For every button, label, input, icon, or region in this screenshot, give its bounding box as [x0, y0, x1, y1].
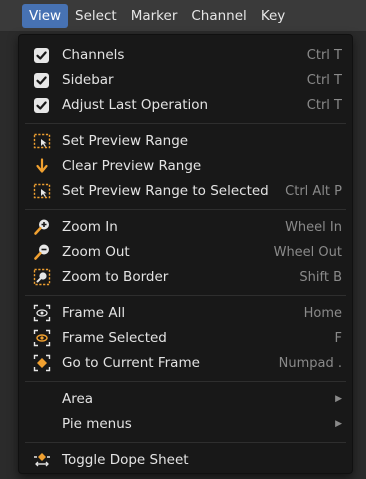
- menu-item-channels[interactable]: Channels Ctrl T: [19, 43, 352, 68]
- view-dropdown-menu: Channels Ctrl T Sidebar Ctrl T Adjust La…: [18, 34, 353, 474]
- menu-item-label: Channels: [62, 47, 125, 63]
- menu-item-label: Frame All: [62, 305, 126, 321]
- menu-item-frame-all[interactable]: Frame All Home: [19, 301, 352, 326]
- preview-range-selected-icon: [33, 183, 51, 199]
- menu-item-label: Zoom Out: [62, 244, 130, 260]
- preview-range-icon: [33, 133, 51, 149]
- menu-item-zoom-to-border[interactable]: Zoom to Border Shift B: [19, 265, 352, 290]
- menu-item-label: Area: [62, 391, 94, 407]
- menu-item-shortcut: Ctrl T: [306, 73, 342, 88]
- menu-item-label: Zoom to Border: [62, 269, 169, 285]
- menu-item-label: Set Preview Range to Selected: [62, 183, 269, 199]
- menu-item-toggle-dope-sheet[interactable]: Toggle Dope Sheet: [19, 448, 352, 473]
- menu-separator: [25, 295, 346, 296]
- menu-item-pie-menus[interactable]: Pie menus ▶: [19, 412, 352, 437]
- checkbox-checked-icon[interactable]: [34, 48, 49, 63]
- menu-item-set-preview-range[interactable]: Set Preview Range: [19, 129, 352, 154]
- menu-separator: [25, 123, 346, 124]
- menu-item-zoom-in[interactable]: Zoom In Wheel In: [19, 215, 352, 240]
- zoom-out-icon: [34, 244, 49, 260]
- menu-item-label: Adjust Last Operation: [62, 97, 209, 113]
- menu-item-label: Go to Current Frame: [62, 355, 200, 371]
- zoom-in-icon: [34, 219, 49, 235]
- menu-item-shortcut: Ctrl T: [306, 98, 342, 113]
- menu-item-shortcut: F: [334, 331, 342, 346]
- menu-separator: [25, 381, 346, 382]
- menu-item-label: Clear Preview Range: [62, 158, 202, 174]
- menu-separator: [25, 209, 346, 210]
- menu-key[interactable]: Key: [254, 4, 292, 28]
- checkbox-checked-icon[interactable]: [34, 98, 49, 113]
- menu-channel[interactable]: Channel: [184, 4, 253, 28]
- menu-view[interactable]: View: [22, 3, 69, 28]
- menu-item-shortcut: Ctrl T: [306, 48, 342, 63]
- menu-item-clear-preview-range[interactable]: Clear Preview Range: [19, 154, 352, 179]
- frame-all-icon: [33, 304, 51, 322]
- menu-marker[interactable]: Marker: [124, 4, 185, 28]
- menu-select[interactable]: Select: [68, 4, 124, 28]
- menu-item-frame-selected[interactable]: Frame Selected F: [19, 326, 352, 351]
- submenu-arrow-icon: ▶: [335, 394, 342, 404]
- menu-item-zoom-out[interactable]: Zoom Out Wheel Out: [19, 240, 352, 265]
- menu-item-shortcut: Wheel In: [285, 220, 342, 235]
- menu-item-area[interactable]: Area ▶: [19, 387, 352, 412]
- clear-preview-range-icon: [36, 158, 48, 173]
- submenu-arrow-icon: ▶: [335, 419, 342, 429]
- menu-item-label: Zoom In: [62, 219, 118, 235]
- header-menubar: View Select Marker Channel Key: [0, 0, 366, 32]
- menu-item-sidebar[interactable]: Sidebar Ctrl T: [19, 68, 352, 93]
- checkbox-checked-icon[interactable]: [34, 73, 49, 88]
- menu-item-label: Frame Selected: [62, 330, 167, 346]
- dope-sheet-editor: View Select Marker Channel Key 10 20 0 C…: [0, 0, 366, 479]
- menu-item-label: Sidebar: [62, 72, 114, 88]
- menu-item-adjust-last-operation[interactable]: Adjust Last Operation Ctrl T: [19, 93, 352, 118]
- toggle-dope-sheet-icon: [34, 453, 50, 467]
- menu-item-set-preview-range-to-selected[interactable]: Set Preview Range to Selected Ctrl Alt P: [19, 179, 352, 204]
- menu-item-shortcut: Ctrl Alt P: [285, 184, 342, 199]
- menu-item-label: Pie menus: [62, 416, 132, 432]
- menu-item-shortcut: Home: [303, 306, 342, 321]
- menu-item-go-to-current-frame[interactable]: Go to Current Frame Numpad .: [19, 351, 352, 376]
- menu-item-shortcut: Shift B: [299, 270, 342, 285]
- menu-item-shortcut: Numpad .: [278, 356, 342, 371]
- menu-item-label: Toggle Dope Sheet: [62, 452, 189, 468]
- menu-item-label: Set Preview Range: [62, 133, 189, 149]
- menu-item-shortcut: Wheel Out: [273, 245, 342, 260]
- frame-selected-icon: [33, 329, 51, 347]
- current-frame-icon: [33, 354, 51, 372]
- zoom-border-icon: [33, 268, 51, 286]
- menu-separator: [25, 442, 346, 443]
